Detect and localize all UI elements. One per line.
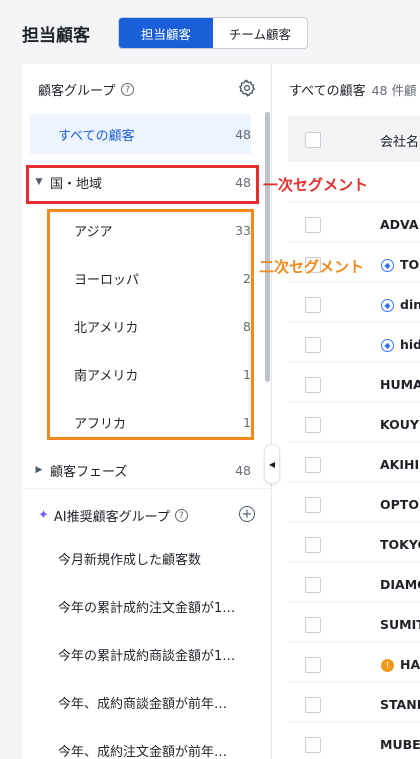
secondary-segment-highlight bbox=[47, 209, 254, 440]
customer-scope-toggle: 担当顧客 チーム顧客 bbox=[118, 17, 308, 49]
warning-icon: ! bbox=[381, 659, 394, 672]
tree-item-label: 顧客フェーズ bbox=[50, 464, 128, 480]
row-divider bbox=[288, 602, 420, 603]
row-divider bbox=[288, 242, 420, 243]
company-name-cell[interactable]: SUMIT bbox=[380, 617, 420, 632]
row-divider bbox=[288, 682, 420, 683]
primary-segment-label: 一次セグメント bbox=[263, 176, 369, 194]
row-checkbox[interactable] bbox=[305, 697, 321, 713]
header: 担当顧客 担当顧客 チーム顧客 bbox=[0, 0, 420, 64]
primary-segment-highlight bbox=[26, 165, 259, 204]
tree-item-count: 48 bbox=[235, 126, 251, 142]
row-divider bbox=[288, 322, 420, 323]
tree-item-customer-phase[interactable]: ▶ 顧客フェーズ 48 bbox=[30, 450, 251, 490]
column-header-company: 会社名 bbox=[380, 135, 420, 150]
scrollbar-thumb[interactable] bbox=[265, 112, 270, 382]
row-checkbox[interactable] bbox=[305, 537, 321, 553]
customer-group-title: 顧客グループ bbox=[38, 84, 116, 99]
company-name-cell[interactable]: HUMA bbox=[380, 377, 420, 392]
company-name-cell[interactable]: KOUY bbox=[380, 417, 419, 432]
section-divider bbox=[22, 488, 271, 489]
row-checkbox[interactable] bbox=[305, 337, 321, 353]
company-name-cell[interactable]: TOKYO bbox=[380, 537, 420, 552]
row-divider bbox=[288, 562, 420, 563]
row-checkbox[interactable] bbox=[305, 377, 321, 393]
ai-group-item[interactable]: 今年、成約商談金額が前年… bbox=[58, 693, 253, 712]
company-name-cell[interactable]: HA bbox=[400, 657, 420, 672]
row-divider bbox=[288, 362, 420, 363]
panel-heading: 顧客グループ ? bbox=[38, 80, 135, 99]
row-divider bbox=[288, 522, 420, 523]
row-checkbox[interactable] bbox=[305, 657, 321, 673]
select-all-checkbox[interactable] bbox=[305, 132, 321, 148]
verified-badge-icon: ◆ bbox=[381, 339, 394, 352]
tab-my-customers[interactable]: 担当顧客 bbox=[119, 18, 213, 48]
row-divider bbox=[288, 442, 420, 443]
tab-team-customers[interactable]: チーム顧客 bbox=[213, 18, 307, 48]
list-title: すべての顧客 bbox=[289, 84, 366, 99]
help-icon[interactable]: ? bbox=[174, 509, 188, 522]
company-name-cell[interactable]: hid bbox=[400, 337, 420, 352]
list-count: 48 件顧 bbox=[371, 83, 417, 98]
verified-badge-icon: ◆ bbox=[381, 299, 394, 312]
verified-badge-icon: ◆ bbox=[381, 259, 394, 272]
company-name-cell[interactable]: TO bbox=[400, 257, 419, 272]
caret-right-icon[interactable]: ▶ bbox=[30, 465, 48, 475]
tree-item-label: すべての顧客 bbox=[58, 128, 135, 144]
row-checkbox[interactable] bbox=[305, 577, 321, 593]
row-divider bbox=[288, 282, 420, 283]
row-checkbox[interactable] bbox=[305, 297, 321, 313]
company-name-cell[interactable]: AKIHI bbox=[380, 457, 419, 472]
gear-icon[interactable] bbox=[238, 79, 256, 97]
row-checkbox[interactable] bbox=[305, 737, 321, 753]
collapse-panel-button[interactable]: ◀ bbox=[264, 444, 280, 484]
row-checkbox[interactable] bbox=[305, 617, 321, 633]
row-checkbox[interactable] bbox=[305, 417, 321, 433]
help-icon[interactable]: ? bbox=[121, 83, 135, 96]
company-name-cell[interactable]: DIAMO bbox=[380, 577, 420, 592]
row-divider bbox=[288, 642, 420, 643]
row-checkbox[interactable] bbox=[305, 497, 321, 513]
ai-group-title: AI推奨顧客グループ bbox=[53, 510, 170, 525]
secondary-segment-label: 二次セグメント bbox=[259, 258, 365, 276]
row-divider bbox=[288, 482, 420, 483]
ai-group-item[interactable]: 今年の累計成約商談金額が1… bbox=[58, 645, 253, 664]
ai-group-item[interactable]: 今年の累計成約注文金額が1… bbox=[58, 597, 253, 616]
customer-list-panel: すべての顧客 48 件顧 bbox=[272, 64, 420, 759]
row-checkbox[interactable] bbox=[305, 217, 321, 233]
company-name-cell[interactable]: din bbox=[400, 297, 420, 312]
tree-item-all-customers[interactable]: すべての顧客 48 bbox=[30, 114, 251, 154]
page-title: 担当顧客 bbox=[22, 26, 90, 46]
row-divider bbox=[288, 722, 420, 723]
tree-item-count: 48 bbox=[235, 462, 251, 478]
add-icon[interactable]: + bbox=[239, 506, 255, 522]
company-name-cell[interactable]: ADVA bbox=[380, 217, 419, 232]
list-heading: すべての顧客 48 件顧 bbox=[289, 80, 416, 99]
company-name-cell[interactable]: STANI bbox=[380, 697, 420, 712]
row-checkbox[interactable] bbox=[305, 457, 321, 473]
row-divider bbox=[288, 202, 420, 203]
row-divider bbox=[288, 402, 420, 403]
company-name-cell[interactable]: MUBE bbox=[380, 737, 420, 752]
ai-group-heading: ✦ AI推奨顧客グループ ? bbox=[38, 506, 188, 525]
ai-group-item[interactable]: 今月新規作成した顧客数 bbox=[58, 549, 253, 568]
sparkle-icon: ✦ bbox=[38, 508, 49, 523]
company-name-cell[interactable]: OPTO bbox=[380, 497, 419, 512]
ai-group-item[interactable]: 今年、成約注文金額が前年… bbox=[58, 741, 253, 759]
